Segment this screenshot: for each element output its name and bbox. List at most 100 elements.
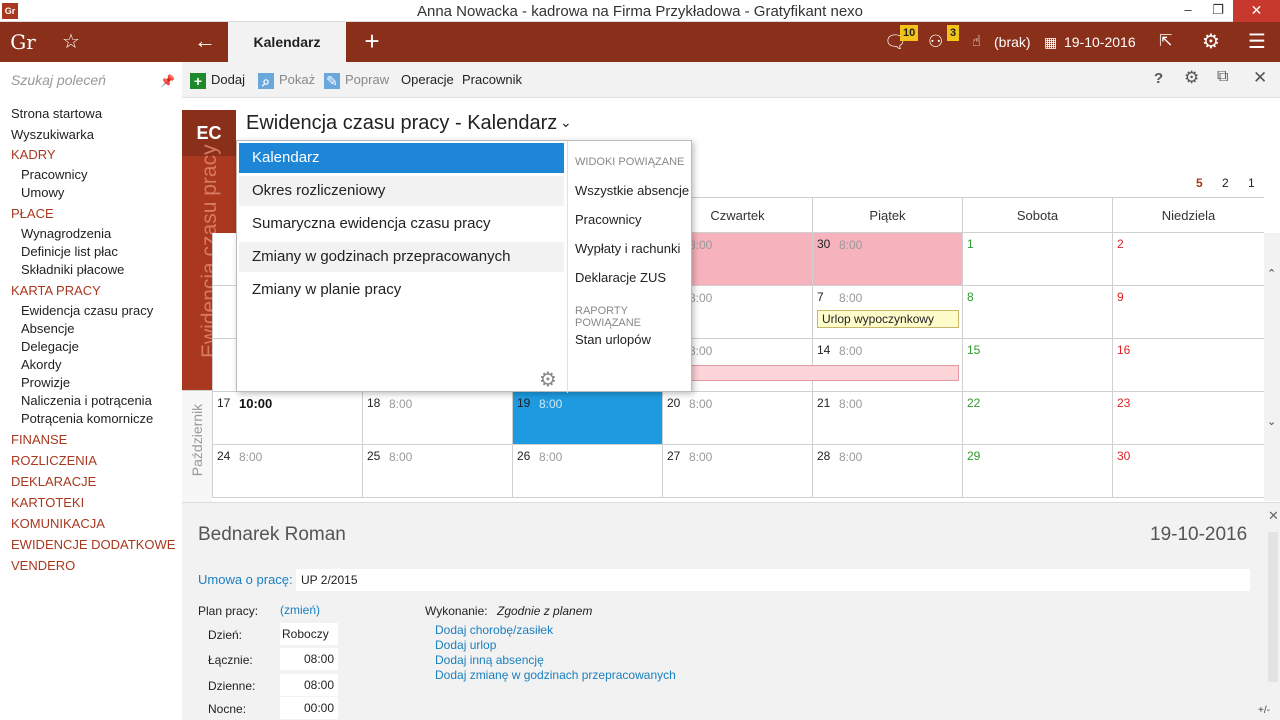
calendar-cell[interactable]: 15 [962, 339, 1112, 392]
calendar-cell[interactable]: 24 8:00 [212, 445, 362, 498]
calendar-cell[interactable]: 27 8:00 [662, 445, 812, 498]
scroll-up-icon[interactable]: ⌃ [1267, 267, 1276, 280]
back-arrow-icon[interactable]: ← [190, 22, 220, 62]
sidebar-item-6[interactable]: Wynagrodzenia [21, 226, 111, 241]
calendar-cell[interactable]: 20 8:00 [662, 392, 812, 445]
details-action-link[interactable]: Dodaj chorobę/zasiłek [435, 623, 553, 637]
add-button[interactable]: + Dodaj [190, 72, 245, 89]
sidebar-item-15[interactable]: Naliczenia i potrącenia [21, 393, 152, 408]
pager-2[interactable]: 2 [1222, 176, 1229, 190]
view-option[interactable]: Zmiany w godzinach przepracowanych [239, 242, 564, 272]
contract-link[interactable]: Umowa o pracę: [198, 572, 293, 587]
calendar-cell[interactable]: 23 [1112, 392, 1264, 445]
edit-button[interactable]: ✎ Popraw [324, 72, 389, 89]
tasks-icon[interactable]: ⚇ [928, 22, 943, 62]
close-view-icon[interactable]: ✕ [1253, 68, 1267, 88]
user-status-text[interactable]: (brak) [994, 22, 1031, 62]
night-hours-field[interactable]: 00:00 [280, 697, 338, 719]
sidebar-item-21[interactable]: KOMUNIKACJA [11, 516, 105, 531]
view-title-dropdown[interactable]: Ewidencja czasu pracy - Kalendarz [246, 112, 557, 135]
calendar-cell[interactable]: 1 [962, 233, 1112, 286]
related-view-link[interactable]: Wszystkie absencje [575, 183, 689, 198]
operations-menu[interactable]: Operacje [401, 72, 454, 87]
calendar-cell[interactable]: 18 8:00 [362, 392, 512, 445]
sidebar-item-12[interactable]: Delegacje [21, 339, 79, 354]
calendar-cell[interactable]: 16 [1112, 339, 1264, 392]
sidebar-item-22[interactable]: EWIDENCJE DODATKOWE [11, 537, 175, 552]
calendar-cell[interactable]: 26 8:00 [512, 445, 662, 498]
new-tab-plus-icon[interactable]: + [358, 22, 386, 62]
sidebar-item-13[interactable]: Akordy [21, 357, 61, 372]
related-report-link[interactable]: Stan urlopów [575, 332, 651, 347]
scroll-down-icon[interactable]: ⌄ [1267, 415, 1276, 428]
sidebar-item-3[interactable]: Pracownicy [21, 167, 87, 182]
chevron-down-icon[interactable]: ⌄ [560, 114, 572, 131]
hamburger-menu-icon[interactable]: ☰ [1248, 22, 1266, 62]
pin-icon[interactable]: 📌 [160, 74, 175, 88]
user-status-icon[interactable]: ☝ [972, 22, 981, 62]
related-view-link[interactable]: Wypłaty i rachunki [575, 241, 680, 256]
calendar-cell[interactable]: 25 8:00 [362, 445, 512, 498]
sidebar-item-0[interactable]: Strona startowa [11, 106, 102, 121]
export-icon[interactable]: ⇱ [1159, 22, 1172, 62]
view-settings-gear-icon[interactable]: ⚙ [1184, 68, 1199, 88]
resize-plusminus[interactable]: +/- [1258, 705, 1270, 716]
home-logo-button[interactable]: Gr [0, 22, 46, 62]
calendar-cell[interactable]: 30 [1112, 445, 1264, 498]
view-option[interactable]: Sumaryczna ewidencja czasu pracy [239, 209, 564, 239]
show-button[interactable]: ⌕ Pokaż [258, 72, 315, 89]
employee-menu[interactable]: Pracownik [462, 72, 522, 87]
sidebar-item-16[interactable]: Potrącenia komornicze [21, 411, 153, 426]
calendar-scrollbar[interactable]: ⌃ ⌄ [1264, 233, 1280, 501]
sidebar-item-1[interactable]: Wyszukiwarka [11, 127, 94, 142]
sidebar-item-8[interactable]: Składniki płacowe [21, 262, 124, 277]
sidebar-item-17[interactable]: FINANSE [11, 432, 67, 447]
tab-kalendarz[interactable]: Kalendarz [228, 22, 346, 62]
absence-bar[interactable] [663, 365, 959, 381]
sidebar-item-7[interactable]: Definicje list płac [21, 244, 118, 259]
close-window-button[interactable]: ✕ [1233, 0, 1280, 22]
details-action-link[interactable]: Dodaj zmianę w godzinach przepracowanych [435, 668, 676, 682]
help-icon[interactable]: ? [1154, 70, 1163, 87]
details-scrollbar[interactable] [1268, 532, 1278, 682]
details-action-link[interactable]: Dodaj urlop [435, 638, 496, 652]
sidebar-item-2[interactable]: KADRY [11, 147, 56, 162]
sidebar-item-20[interactable]: KARTOTEKI [11, 495, 84, 510]
view-option[interactable]: Okres rozliczeniowy [239, 176, 564, 206]
calendar-cell[interactable]: 29 [962, 445, 1112, 498]
calendar-cell[interactable]: 22 [962, 392, 1112, 445]
sidebar-item-14[interactable]: Prowizje [21, 375, 70, 390]
sidebar-item-9[interactable]: KARTA PRACY [11, 283, 101, 298]
calendar-cell[interactable]: 28 8:00 [812, 445, 962, 498]
sidebar-item-5[interactable]: PŁACE [11, 206, 54, 221]
daytime-hours-field[interactable]: 08:00 [280, 674, 338, 696]
calendar-cell[interactable]: 30 8:00 [812, 233, 962, 286]
pager-5[interactable]: 5 [1196, 176, 1203, 190]
details-action-link[interactable]: Dodaj inną absencję [435, 653, 544, 667]
favorites-star-icon[interactable]: ☆ [58, 22, 84, 62]
sidebar-item-18[interactable]: ROZLICZENIA [11, 453, 97, 468]
current-date[interactable]: 19-10-2016 [1064, 22, 1136, 62]
view-option[interactable]: Kalendarz [239, 143, 564, 173]
sidebar-item-11[interactable]: Absencje [21, 321, 74, 336]
calendar-cell[interactable]: 7 8:00 Urlop wypoczynkowy [812, 286, 962, 339]
pager-1[interactable]: 1 [1248, 176, 1255, 190]
sidebar-item-19[interactable]: DEKLARACJE [11, 474, 96, 489]
calendar-cell[interactable]: 2 [1112, 233, 1264, 286]
calendar-cell[interactable]: 17 10:00 [212, 392, 362, 445]
calendar-cell[interactable]: 8 [962, 286, 1112, 339]
calendar-cell[interactable]: 19 8:00 [512, 392, 662, 445]
calendar-cell[interactable]: 9 [1112, 286, 1264, 339]
detach-window-icon[interactable]: ⧉ [1217, 68, 1228, 86]
change-plan-link[interactable]: (zmień) [280, 603, 320, 617]
settings-gear-icon[interactable]: ⚙ [1202, 22, 1220, 62]
total-hours-field[interactable]: 08:00 [280, 648, 338, 670]
collapse-details-icon[interactable]: ✕ [1268, 508, 1279, 524]
related-view-link[interactable]: Pracownicy [575, 212, 641, 227]
sidebar-item-4[interactable]: Umowy [21, 185, 64, 200]
sidebar-item-10[interactable]: Ewidencja czasu pracy [21, 303, 153, 318]
minimize-button[interactable]: ‒ [1173, 0, 1203, 22]
related-view-link[interactable]: Deklaracje ZUS [575, 270, 666, 285]
command-search-input[interactable]: Szukaj poleceń [11, 72, 161, 92]
dropdown-settings-gear-icon[interactable]: ⚙ [539, 367, 557, 392]
